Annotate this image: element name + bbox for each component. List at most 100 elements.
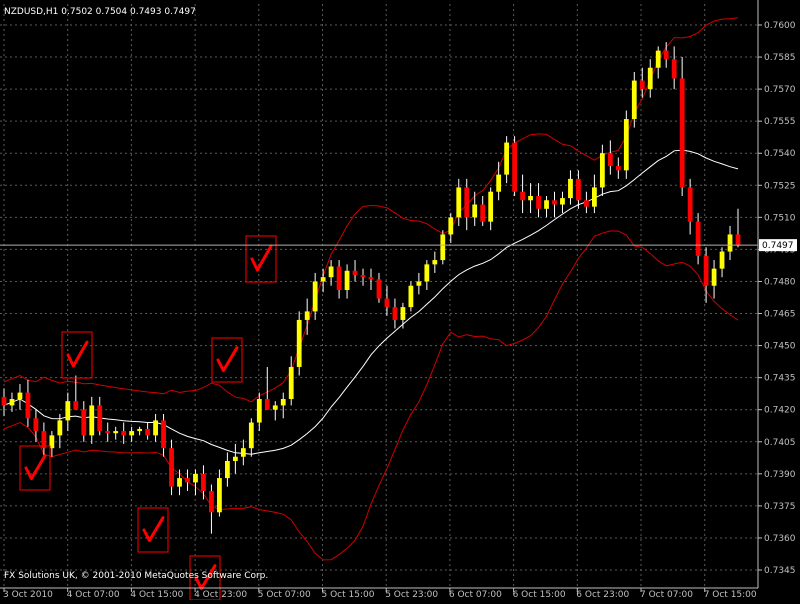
- candle-bull: [504, 142, 510, 175]
- candle-bull: [727, 234, 733, 252]
- candle-bear: [735, 234, 741, 246]
- x-tick-label: 4 Oct 07:00: [67, 590, 120, 600]
- candle-bear: [552, 200, 557, 205]
- candle-bear: [336, 266, 342, 291]
- y-tick-label: 0.7450: [764, 342, 796, 352]
- candle-bear: [392, 307, 398, 320]
- price-axis: 0.7600 0.7585 0.7570 0.7555 0.7540 0.7525 0.75…: [0, 0, 797, 600]
- candle-bear: [615, 166, 621, 171]
- candle-bear: [81, 409, 87, 436]
- candle-bear: [25, 392, 31, 419]
- candle-bull: [400, 307, 406, 320]
- candle-bull: [17, 392, 23, 400]
- candle-bull: [272, 405, 278, 410]
- candle-bear: [512, 142, 518, 192]
- candle-bull: [65, 401, 71, 421]
- candle-bull: [416, 281, 422, 286]
- candle-bull: [240, 448, 246, 457]
- check-mark-icon: [142, 516, 165, 543]
- y-tick-label: 0.7525: [764, 181, 796, 191]
- candle-bear: [536, 195, 541, 209]
- chart-window[interactable]: 0.7600 0.7585 0.7570 0.7555 0.7540 0.7525 0.75…: [0, 0, 800, 601]
- copyright-text: FX Solutions UK, © 2001-2010 MetaQuotes …: [4, 571, 268, 581]
- candle-bull: [224, 461, 230, 479]
- candle-bear: [201, 473, 206, 491]
- candle-bear: [663, 50, 669, 60]
- candle-bear: [376, 279, 382, 299]
- y-tick-label: 0.7420: [764, 406, 796, 416]
- candle-bull: [711, 268, 717, 286]
- y-tick-label: 0.7570: [764, 85, 796, 95]
- candle-bear: [169, 448, 174, 487]
- check-mark-icon: [24, 454, 47, 481]
- candle-bull: [248, 422, 254, 449]
- candle-bear: [185, 478, 190, 483]
- x-tick-label: 4 Oct 23:00: [194, 590, 247, 600]
- candle-bull: [488, 191, 494, 222]
- x-tick-label: 6 Oct 07:00: [449, 590, 502, 600]
- x-tick-label: 7 Oct 15:00: [704, 590, 757, 600]
- candle-bull: [177, 478, 182, 487]
- y-tick-label: 0.7405: [764, 438, 796, 448]
- candle-bull: [440, 234, 446, 261]
- candle-bull: [432, 260, 438, 265]
- candle-bear: [703, 255, 709, 286]
- candle-bear: [607, 153, 613, 167]
- candle-bull: [631, 80, 637, 120]
- candle-bull: [193, 473, 198, 483]
- y-tick-label: 0.7540: [764, 149, 796, 159]
- y-tick-label: 0.7435: [764, 374, 796, 384]
- y-tick-label: 0.7345: [764, 566, 796, 576]
- candle-bull: [623, 119, 629, 171]
- y-tick-label: 0.7465: [764, 310, 796, 320]
- middle-band: [3, 149, 739, 455]
- candle-bear: [695, 221, 701, 256]
- candle-bull: [320, 277, 326, 282]
- y-tick-label: 0.7390: [764, 470, 796, 480]
- candle-bull: [256, 399, 262, 423]
- candle-bear: [671, 59, 677, 79]
- y-tick-label: 0.7600: [764, 21, 796, 31]
- candle-bull: [57, 420, 63, 436]
- candle-bull: [113, 431, 119, 434]
- candle-bear: [384, 298, 390, 308]
- x-tick-label: 7 Oct 07:00: [640, 590, 693, 600]
- y-tick-label: 0.7375: [764, 502, 796, 512]
- candle-bear: [264, 399, 270, 410]
- candle-bull: [568, 178, 573, 199]
- candle-bull: [296, 319, 302, 367]
- candle-bear: [576, 178, 581, 201]
- candle-bear: [145, 428, 151, 436]
- x-tick-label: 6 Oct 15:00: [513, 590, 566, 600]
- y-tick-label: 0.7510: [764, 213, 796, 223]
- candle-bull: [312, 281, 318, 312]
- candlestick-chart[interactable]: 0.7600 0.7585 0.7570 0.7555 0.7540 0.7525 0.75…: [0, 0, 800, 601]
- candle-bull: [328, 266, 334, 278]
- candle-bear: [520, 191, 525, 201]
- candle-bull: [544, 200, 549, 209]
- current-price-label: 0.7497: [762, 241, 794, 251]
- candle-bull: [528, 195, 533, 201]
- candle-bear: [639, 80, 645, 90]
- x-tick-label: 4 Oct 15:00: [130, 590, 183, 600]
- candle-bull: [448, 217, 454, 235]
- candle-bull: [280, 399, 286, 406]
- symbol-label: NZDUSD,H1 0.7502 0.7504 0.7493 0.7497: [4, 7, 196, 17]
- candle-bull: [288, 366, 294, 400]
- candle-bull: [89, 405, 95, 436]
- candle-bear: [121, 431, 127, 436]
- candle-bull: [496, 174, 502, 192]
- candle-bull: [137, 428, 143, 432]
- candle-bear: [97, 405, 103, 432]
- candle-bull: [9, 399, 15, 406]
- candle-bull: [304, 311, 310, 320]
- y-tick-label: 0.7555: [764, 117, 796, 127]
- candle-bear: [209, 490, 214, 513]
- candle-bear: [33, 418, 39, 432]
- candle-bull: [456, 187, 462, 218]
- candle-bear: [368, 277, 374, 280]
- check-mark-icon: [216, 346, 239, 373]
- candle-bear: [1, 396, 7, 406]
- x-tick-label: 5 Oct 07:00: [258, 590, 311, 600]
- x-tick-label: 5 Oct 23:00: [385, 590, 438, 600]
